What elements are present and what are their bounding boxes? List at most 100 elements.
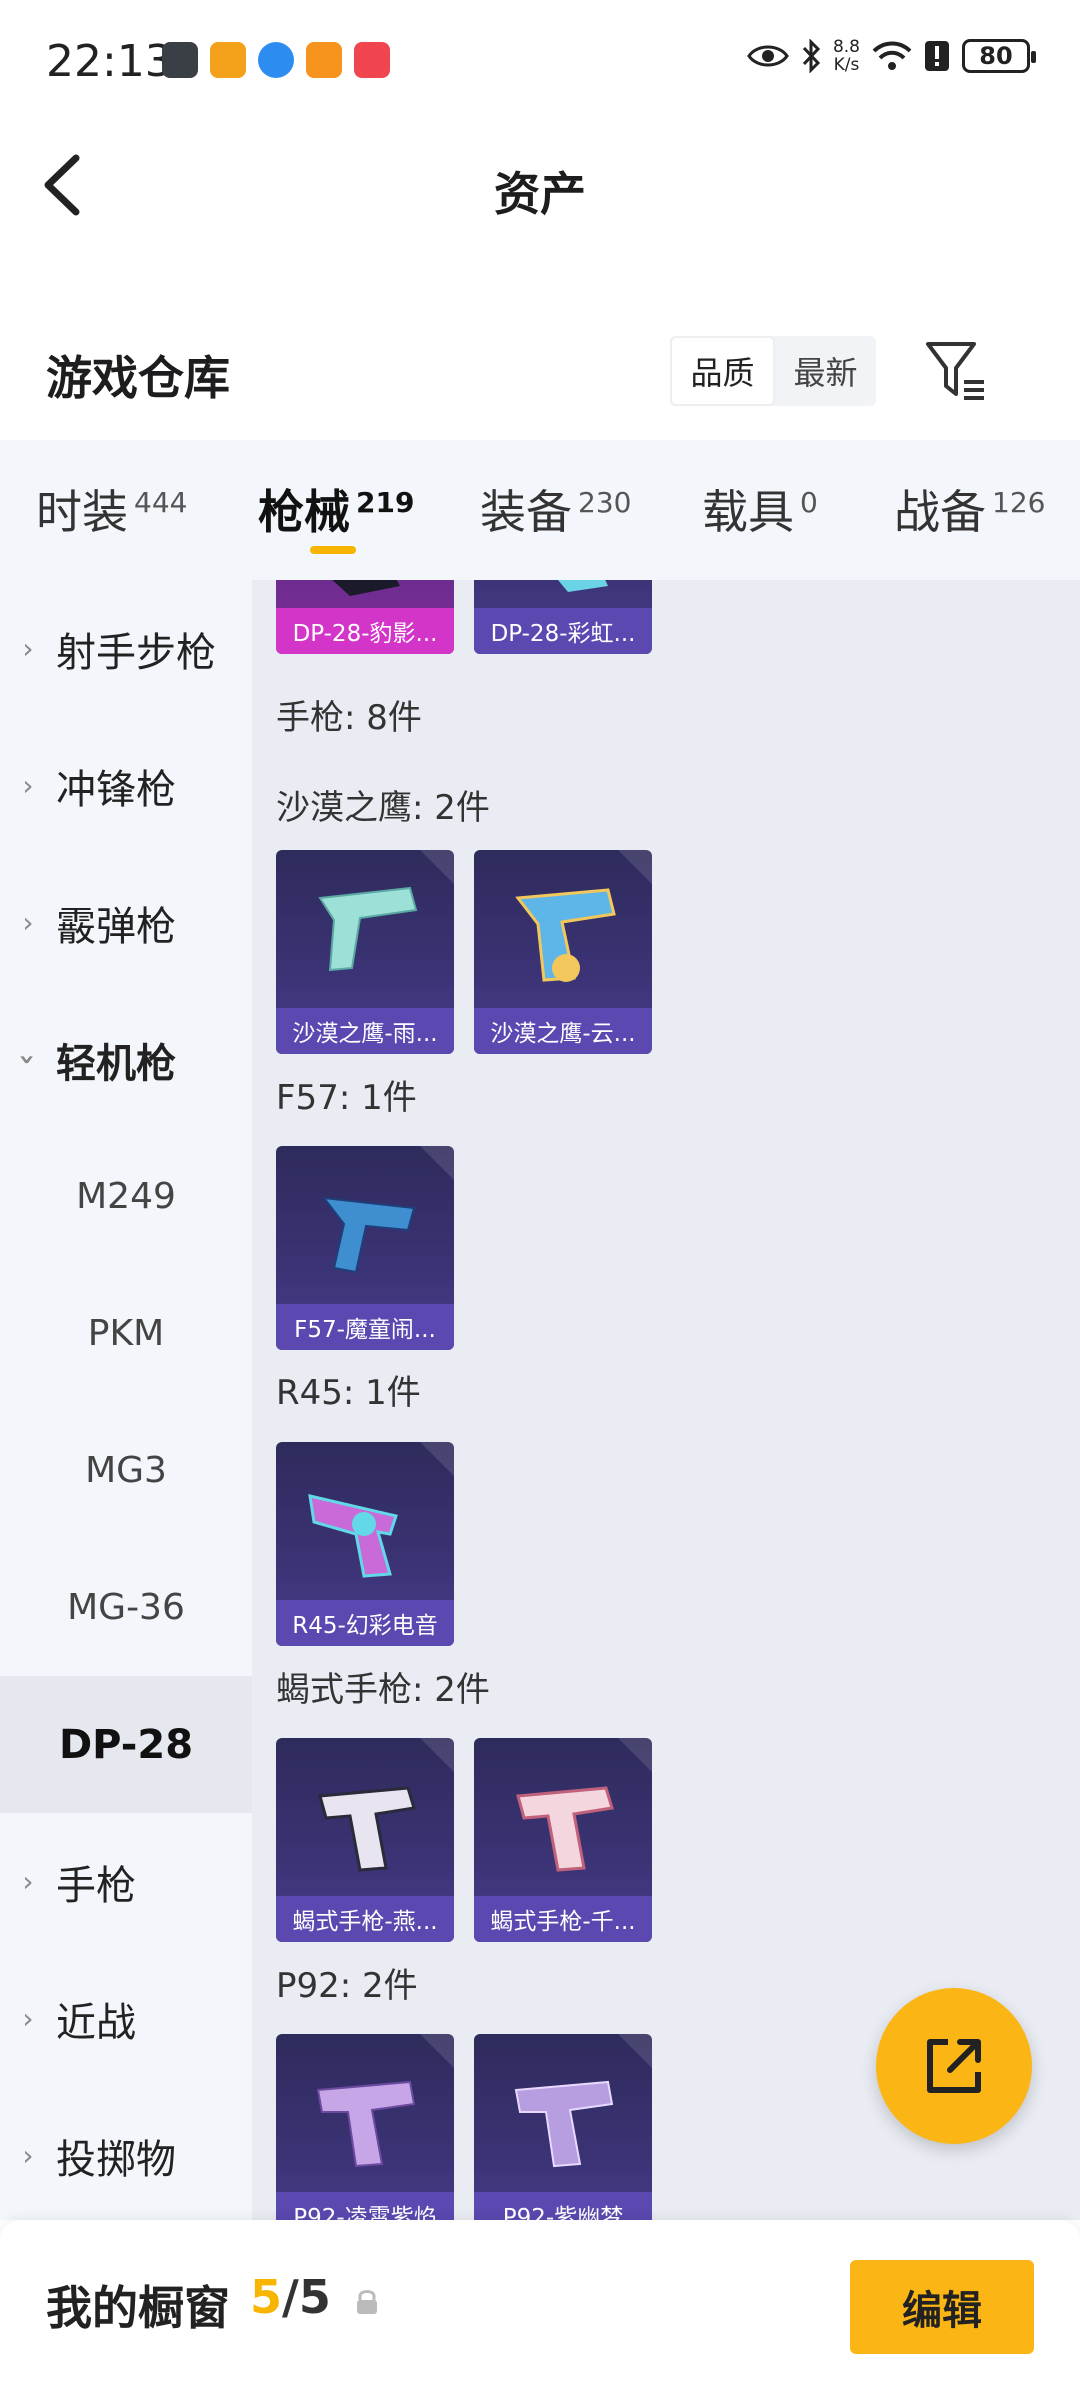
item-card[interactable]: DP-28-彩虹...: [474, 580, 652, 654]
chevron-right-icon: ›: [22, 2139, 34, 2172]
tab-label: 枪械: [258, 485, 350, 539]
gun-skin-image: [316, 2080, 416, 2168]
item-card[interactable]: P92-凌霄紫焰: [276, 2034, 454, 2220]
item-name: F57-魔童闹...: [276, 1304, 454, 1350]
notification-icons: [162, 42, 390, 78]
wifi-icon: [872, 41, 912, 70]
gun-skin-image: [332, 580, 400, 596]
group-label: F57: 1件: [276, 1078, 417, 1118]
tab-guns[interactable]: 枪械 219: [258, 476, 414, 542]
group-label: P92: 2件: [276, 1966, 418, 2006]
filter-icon[interactable]: [924, 338, 990, 404]
lock-icon: [357, 2290, 377, 2314]
pistol-total-label: 手枪: 8件: [276, 698, 422, 738]
item-card[interactable]: P92-紫幽梦: [474, 2034, 652, 2220]
gun-skin-image: [558, 580, 608, 592]
item-name: DP-28-彩虹...: [474, 608, 652, 654]
blue-app-icon: [258, 42, 294, 78]
side-subitem-dp28[interactable]: DP-28: [0, 1676, 252, 1813]
game-app-icon: [162, 42, 198, 78]
item-card[interactable]: R45-幻彩电音: [276, 1442, 454, 1646]
showcase-separator: /: [282, 2270, 299, 2324]
chevron-right-icon: ›: [22, 769, 34, 802]
speed-unit: K/s: [833, 55, 860, 75]
side-item-label: 手枪: [56, 1862, 136, 1909]
item-name: R45-幻彩电音: [276, 1600, 454, 1646]
tab-vehicles[interactable]: 载具 0: [702, 476, 818, 542]
tab-outfits[interactable]: 时装 444: [36, 476, 187, 542]
title-bar: 资产: [0, 120, 1080, 260]
sort-quality-button[interactable]: 品质: [670, 336, 775, 406]
speed-value: 8.8: [832, 37, 860, 57]
item-name: P92-紫幽梦: [474, 2192, 652, 2220]
group-label: 沙漠之鹰: 2件: [276, 788, 490, 828]
chevron-right-icon: ›: [22, 1865, 34, 1898]
warehouse-header: 游戏仓库 品质 最新: [0, 320, 1080, 440]
item-card[interactable]: F57-魔童闹...: [276, 1146, 454, 1350]
eye-icon: [747, 45, 789, 67]
side-item-label: 射手步枪: [56, 629, 216, 676]
share-external-icon: [927, 2039, 981, 2093]
gun-skin-image: [308, 1494, 398, 1578]
item-name: 蝎式手枪-千...: [474, 1896, 652, 1942]
showcase-current: 5: [250, 2270, 283, 2324]
tab-count: 230: [578, 485, 632, 519]
tab-count: 0: [800, 485, 818, 519]
tab-gear[interactable]: 装备 230: [480, 476, 631, 542]
edit-button[interactable]: 编辑: [850, 2260, 1034, 2354]
gamepad-app-icon: [306, 42, 342, 78]
side-subitem-mg3[interactable]: MG3: [0, 1402, 252, 1539]
alert-icon: [925, 41, 949, 71]
item-name: DP-28-豹影...: [276, 608, 454, 654]
status-time: 22:13: [46, 36, 173, 87]
group-label: R45: 1件: [276, 1373, 421, 1413]
item-card[interactable]: 沙漠之鹰-云...: [474, 850, 652, 1054]
network-speed: 8.8 K/s: [833, 38, 860, 74]
active-tab-indicator: [310, 546, 356, 554]
chevron-right-icon: ›: [22, 632, 34, 665]
shop-app-icon: [354, 42, 390, 78]
side-item-marksman-rifle[interactable]: › 射手步枪: [0, 580, 252, 717]
gun-skin-image: [515, 888, 616, 982]
side-item-label: 轻机枪: [56, 1040, 176, 1087]
side-item-smg[interactable]: › 冲锋枪: [0, 717, 252, 854]
warehouse-title: 游戏仓库: [46, 351, 230, 405]
tab-label: 时装: [36, 485, 128, 539]
tab-count: 444: [134, 485, 188, 519]
item-name: 蝎式手枪-燕...: [276, 1896, 454, 1942]
side-subitem-pkm[interactable]: PKM: [0, 1265, 252, 1402]
item-card[interactable]: 蝎式手枪-燕...: [276, 1738, 454, 1942]
side-item-label: 霰弹枪: [56, 903, 176, 950]
tab-supplies[interactable]: 战备 126: [894, 476, 1045, 542]
item-card[interactable]: 沙漠之鹰-雨...: [276, 850, 454, 1054]
item-card[interactable]: DP-28-豹影...: [276, 580, 454, 654]
side-item-throwable[interactable]: › 投掷物: [0, 2087, 252, 2224]
chevron-right-icon: ›: [22, 906, 34, 939]
tab-count: 126: [992, 485, 1046, 519]
side-subitem-m249[interactable]: M249: [0, 1128, 252, 1265]
chevron-down-icon: ›: [11, 1053, 45, 1066]
side-subitem-mg36[interactable]: MG-36: [0, 1539, 252, 1676]
side-nav: › 射手步枪 › 冲锋枪 › 霰弹枪 › 轻机枪 M249 PKM MG3 MG-36 …: [0, 580, 252, 2220]
bluetooth-icon: [802, 39, 821, 73]
item-card[interactable]: 蝎式手枪-千...: [474, 1738, 652, 1942]
side-item-shotgun[interactable]: › 霰弹枪: [0, 854, 252, 991]
group-label: 蝎式手枪: 2件: [276, 1670, 490, 1710]
side-item-lmg[interactable]: › 轻机枪: [0, 991, 252, 1128]
gun-skin-image: [318, 886, 418, 972]
item-name: P92-凌霄紫焰: [276, 2192, 454, 2220]
share-fab-button[interactable]: [876, 1988, 1032, 2144]
screen: 22:13 8.8 K/s 80 资产 游戏仓库 品质 最新 时装 444 枪械…: [0, 0, 1080, 2382]
gun-skin-image: [514, 2080, 614, 2168]
tab-count: 219: [356, 485, 415, 519]
side-item-label: 投掷物: [56, 2136, 176, 2183]
showcase-total: 5: [298, 2270, 331, 2324]
side-item-pistol[interactable]: › 手枪: [0, 1813, 252, 1950]
tab-label: 战备: [894, 485, 986, 539]
side-item-label: 冲锋枪: [56, 766, 176, 813]
showcase-title: 我的橱窗: [46, 2281, 230, 2335]
sort-latest-button[interactable]: 最新: [775, 336, 876, 406]
gun-skin-image: [318, 1786, 416, 1872]
side-item-melee[interactable]: › 近战: [0, 1950, 252, 2087]
battery-indicator: 80: [962, 39, 1036, 73]
